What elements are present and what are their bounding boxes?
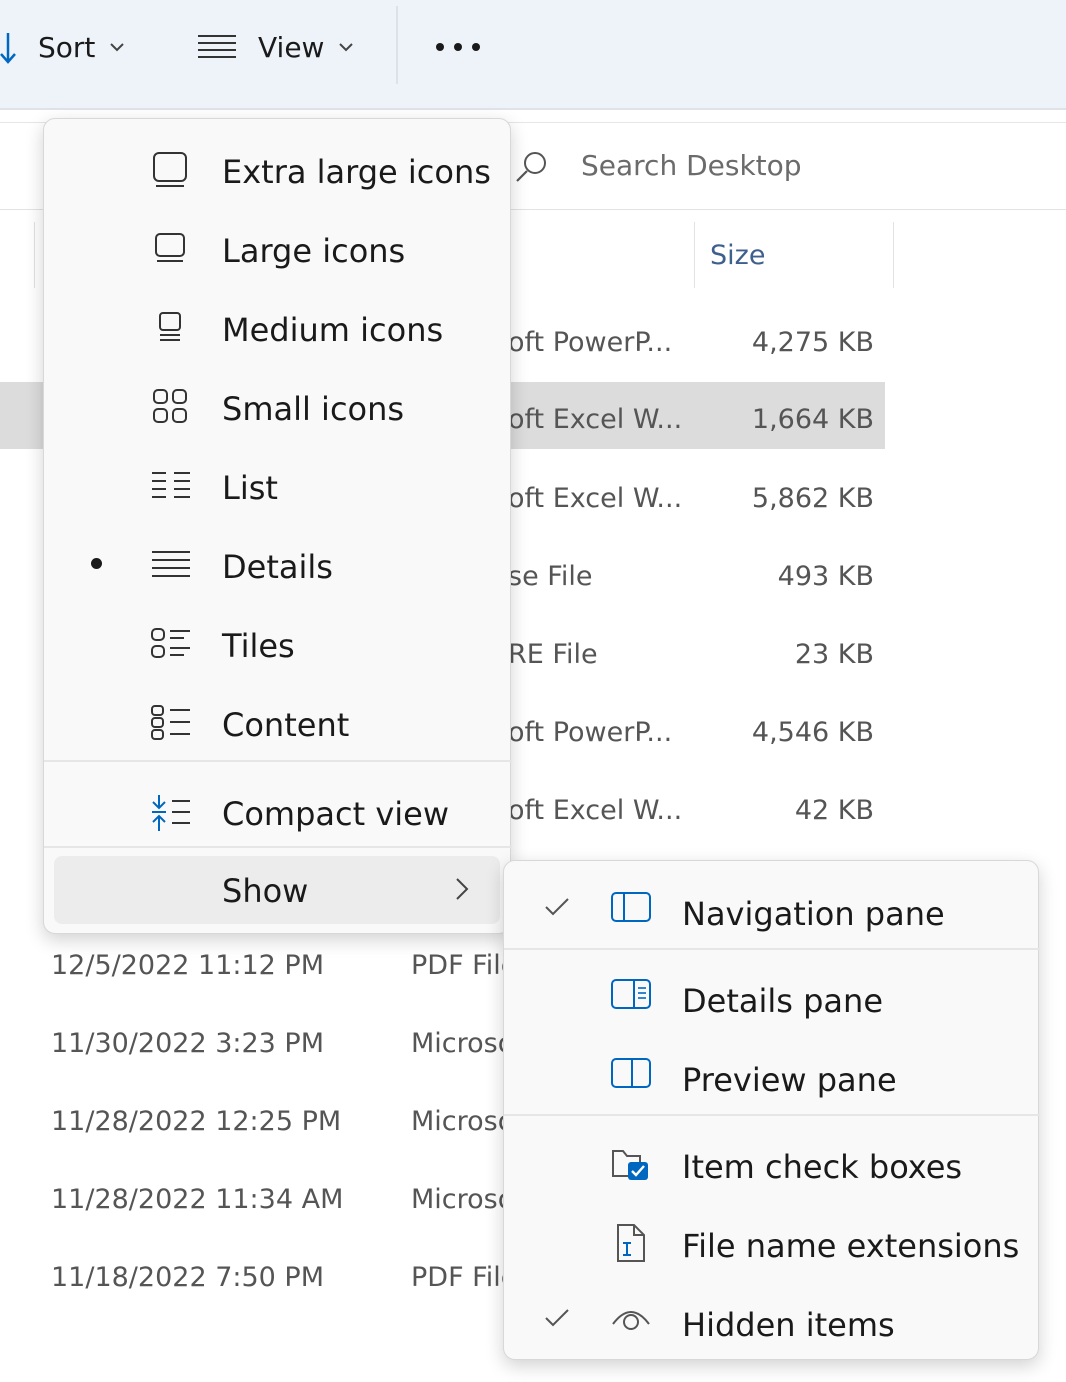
show-submenu: Navigation pane Details pane Preview pan…: [503, 860, 1040, 1360]
menu-item-label: Extra large icons: [222, 153, 491, 191]
menu-item-small-icons[interactable]: Small icons: [44, 366, 512, 436]
menu-item-show[interactable]: Show: [54, 856, 500, 924]
sort-arrow-icon: [0, 33, 16, 64]
chevron-down-icon: [339, 43, 354, 52]
file-type: se File: [508, 561, 593, 592]
menu-item-details[interactable]: Details: [44, 524, 512, 594]
tiles-icon: [151, 628, 190, 658]
command-bar: Sort View: [0, 0, 1066, 110]
submenu-item-preview-pane[interactable]: Preview pane: [504, 1037, 1040, 1109]
checkmark-icon: [545, 898, 569, 916]
view-button[interactable]: View: [196, 22, 354, 72]
more-options-button[interactable]: [432, 22, 480, 72]
menu-divider: [44, 760, 512, 762]
sort-label: Sort: [38, 30, 96, 64]
search-input[interactable]: Search Desktop: [581, 149, 802, 182]
menu-item-label: Content: [222, 706, 350, 744]
file-type: PDF File: [411, 1262, 503, 1293]
submenu-item-label: File name extensions: [682, 1227, 1020, 1265]
navigation-pane-icon: [611, 892, 651, 922]
file-type: oft PowerP...: [508, 327, 673, 358]
file-type: PDF File: [411, 950, 503, 981]
file-size: 493 KB: [777, 561, 874, 592]
more-icon: [436, 43, 480, 51]
file-date-modified: 11/30/2022 3:23 PM: [51, 1028, 324, 1059]
sort-button[interactable]: Sort: [0, 22, 125, 72]
menu-divider: [504, 948, 1040, 950]
submenu-item-label: Details pane: [682, 982, 883, 1020]
file-type: Microsoft: [411, 1028, 503, 1059]
extra-large-icons-icon: [153, 152, 187, 187]
details-pane-icon: [611, 979, 651, 1009]
details-icon: [152, 551, 190, 577]
menu-item-label: Small icons: [222, 390, 405, 428]
checkmark-icon: [545, 1309, 569, 1327]
submenu-item-file-name-extensions[interactable]: File name extensions: [504, 1203, 1040, 1275]
hidden-items-icon: [612, 1311, 650, 1330]
submenu-item-hidden-items[interactable]: Hidden items: [504, 1282, 1040, 1354]
medium-icons-icon: [159, 312, 181, 341]
file-type: RE File: [508, 639, 598, 670]
item-check-boxes-icon: [612, 1150, 648, 1180]
menu-item-large-icons[interactable]: Large icons: [44, 208, 512, 278]
file-date-modified: 11/28/2022 11:34 AM: [51, 1184, 344, 1215]
menu-item-medium-icons[interactable]: Medium icons: [44, 287, 512, 357]
view-label: View: [258, 30, 325, 64]
file-date-modified: 11/28/2022 12:25 PM: [51, 1106, 342, 1137]
chevron-right-icon: [456, 878, 469, 900]
file-date-modified: 11/18/2022 7:50 PM: [51, 1262, 324, 1293]
file-type: oft PowerP...: [508, 717, 673, 748]
menu-item-label: Medium icons: [222, 311, 444, 349]
menu-divider: [504, 1114, 1040, 1116]
file-name-extensions-icon: [617, 1224, 645, 1262]
submenu-item-label: Hidden items: [682, 1306, 895, 1344]
column-separator[interactable]: [694, 222, 695, 288]
file-size: 1,664 KB: [751, 404, 874, 435]
file-type: oft Excel W...: [508, 404, 683, 435]
list-icon: [152, 472, 190, 498]
search-icon: [516, 152, 546, 182]
selected-bullet-icon: [91, 558, 102, 569]
menu-item-tiles[interactable]: Tiles: [44, 603, 512, 673]
menu-item-label: Large icons: [222, 232, 406, 270]
menu-divider: [44, 846, 512, 848]
file-size: 23 KB: [794, 639, 874, 670]
view-menu: Extra large icons Large icons Medium ico…: [43, 118, 512, 934]
file-size: 42 KB: [794, 795, 874, 826]
submenu-item-label: Item check boxes: [682, 1148, 963, 1186]
submenu-item-label: Preview pane: [682, 1061, 897, 1099]
file-size: 5,862 KB: [751, 483, 874, 514]
toolbar-separator: [396, 6, 398, 84]
file-size: 4,275 KB: [751, 327, 874, 358]
content-icon: [151, 705, 190, 740]
menu-item-label: Show: [222, 872, 309, 910]
compact-view-icon: [152, 795, 190, 831]
file-type: oft Excel W...: [508, 483, 683, 514]
submenu-item-details-pane[interactable]: Details pane: [504, 958, 1040, 1030]
preview-pane-icon: [611, 1058, 651, 1088]
file-type: Microsoft: [411, 1106, 503, 1137]
submenu-item-navigation-pane[interactable]: Navigation pane: [504, 871, 1040, 943]
view-details-icon: [198, 35, 236, 58]
column-separator[interactable]: [34, 222, 35, 288]
file-type: Microsoft: [411, 1184, 503, 1215]
submenu-item-item-check-boxes[interactable]: Item check boxes: [504, 1124, 1040, 1196]
chevron-down-icon: [110, 43, 125, 52]
menu-item-list[interactable]: List: [44, 445, 512, 515]
menu-item-extra-large-icons[interactable]: Extra large icons: [44, 129, 512, 199]
menu-item-label: List: [222, 469, 278, 507]
menu-item-content[interactable]: Content: [44, 682, 512, 752]
menu-item-compact-view[interactable]: Compact view: [44, 771, 512, 841]
size-column-header[interactable]: Size: [710, 240, 765, 271]
small-icons-icon: [153, 389, 187, 423]
menu-item-label: Compact view: [222, 795, 450, 833]
file-size: 4,546 KB: [751, 717, 874, 748]
menu-item-label: Tiles: [222, 627, 295, 665]
column-separator[interactable]: [893, 222, 894, 288]
file-date-modified: 12/5/2022 11:12 PM: [51, 950, 324, 981]
menu-item-label: Details: [222, 548, 333, 586]
file-type: oft Excel W...: [508, 795, 683, 826]
large-icons-icon: [155, 233, 185, 262]
submenu-item-label: Navigation pane: [682, 895, 945, 933]
